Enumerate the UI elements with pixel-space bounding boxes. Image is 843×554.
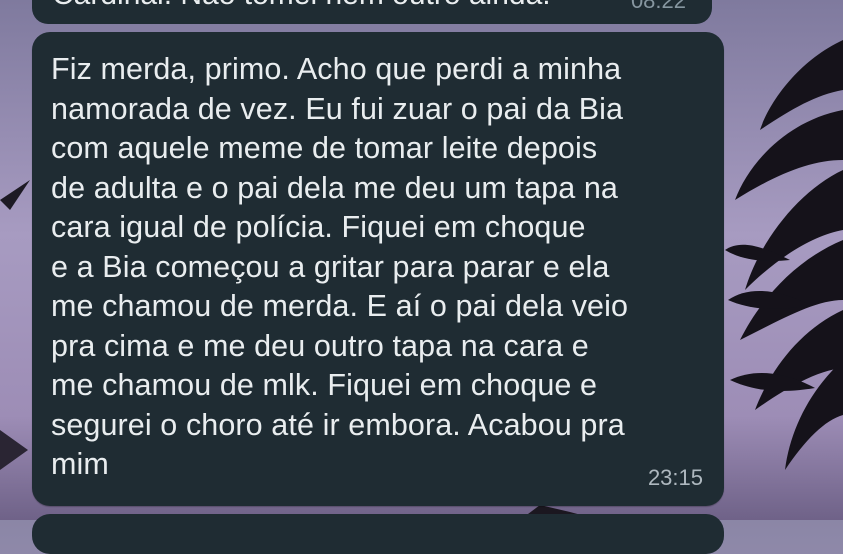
message-bubble[interactable]: Fiz merda, primo. Acho que perdi a minha… [32, 32, 724, 506]
previous-message-text: Cardinal. Não tomei nem outro ainda. [52, 0, 552, 12]
previous-message-timestamp: 08:22 [630, 0, 686, 13]
next-message-bubble[interactable] [32, 514, 724, 554]
message-text: Fiz merda, primo. Acho que perdi a minha… [51, 52, 629, 481]
previous-message-bubble[interactable]: Cardinal. Não tomei nem outro ainda. 08:… [32, 0, 712, 24]
message-timestamp: 23:15 [647, 465, 703, 490]
